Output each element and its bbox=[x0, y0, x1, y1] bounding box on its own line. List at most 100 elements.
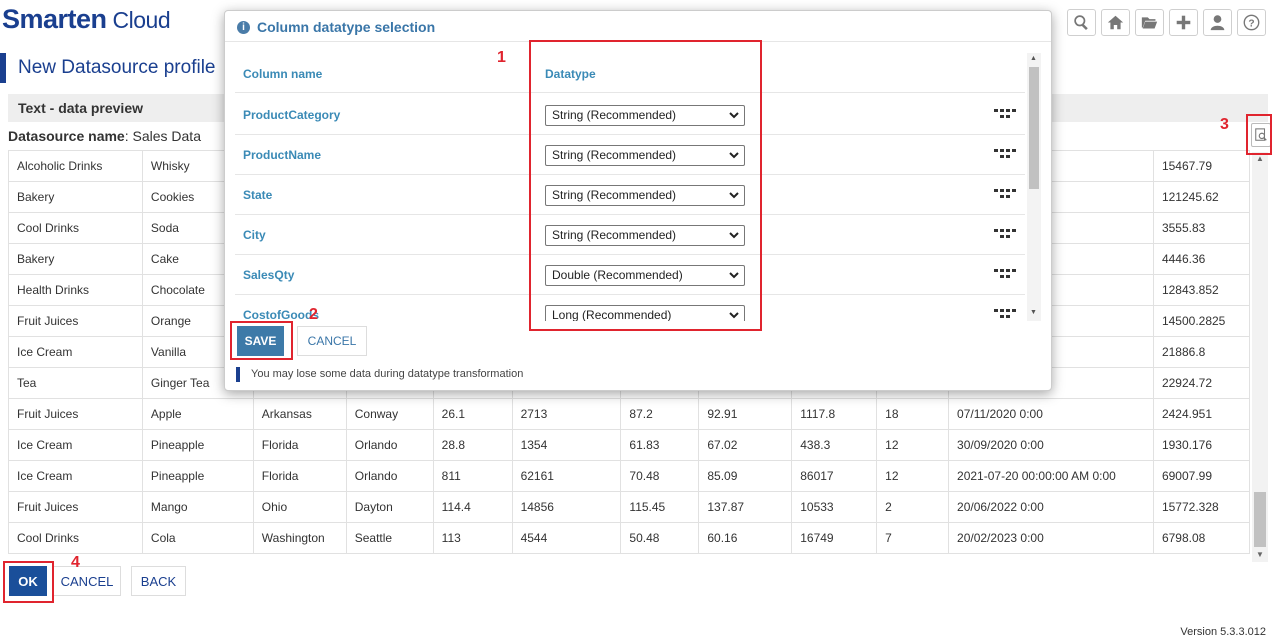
home-icon bbox=[1107, 15, 1124, 30]
dialog-scrollbar[interactable]: ▲ ▼ bbox=[1027, 53, 1041, 321]
plus-icon bbox=[1176, 15, 1191, 30]
table-cell: 85.09 bbox=[698, 460, 793, 492]
table-cell: 87.2 bbox=[620, 398, 700, 430]
column-name: CostofGoods bbox=[243, 308, 319, 321]
search-button[interactable] bbox=[1067, 9, 1096, 36]
back-button[interactable]: BACK bbox=[131, 566, 186, 596]
column-options-button[interactable] bbox=[994, 146, 1016, 158]
add-button[interactable] bbox=[1169, 9, 1198, 36]
preview-heading: Text - data preview bbox=[18, 100, 144, 116]
datatype-warning-note: You may lose some data during datatype t… bbox=[251, 368, 524, 380]
drag-handle-icon bbox=[994, 109, 1016, 118]
table-cell: 18 bbox=[876, 398, 950, 430]
cancel-button[interactable]: CANCEL bbox=[53, 566, 121, 596]
dialog-header: i Column datatype selection bbox=[225, 11, 1051, 42]
scroll-up-arrow[interactable]: ▲ bbox=[1256, 154, 1264, 163]
table-cell: 6798.08 bbox=[1152, 522, 1250, 554]
table-scroll-thumb[interactable] bbox=[1254, 492, 1266, 547]
table-cell: 61.83 bbox=[620, 429, 700, 461]
table-cell: Conway bbox=[345, 398, 434, 430]
dialog-scroll-down-arrow[interactable]: ▼ bbox=[1030, 309, 1037, 316]
table-cell: Alcoholic Drinks bbox=[8, 150, 143, 182]
table-cell: 67.02 bbox=[698, 429, 793, 461]
table-cell: 10533 bbox=[791, 491, 878, 523]
page-title: New Datasource profile bbox=[18, 57, 216, 78]
column-name-header: Column name bbox=[243, 67, 323, 81]
table-row: Fruit Juices Mango Ohio Dayton 114.4 14856 115… bbox=[8, 491, 1250, 523]
table-cell: 113 bbox=[432, 522, 513, 554]
column-name: ProductName bbox=[243, 148, 322, 162]
table-cell: Fruit Juices bbox=[8, 491, 143, 523]
column-options-button[interactable] bbox=[994, 186, 1016, 198]
annotation-number-4: 4 bbox=[71, 554, 80, 571]
table-row: Ice Cream Pineapple Florida Orlando 28.8 1354… bbox=[8, 429, 1250, 461]
table-cell: Mango bbox=[141, 491, 254, 523]
table-cell: Pineapple bbox=[141, 429, 254, 461]
table-cell: Orlando bbox=[345, 429, 434, 461]
table-cell: 92.91 bbox=[698, 398, 793, 430]
table-cell: Cola bbox=[141, 522, 254, 554]
search-icon bbox=[1074, 15, 1088, 31]
table-cell: 137.87 bbox=[698, 491, 793, 523]
column-name: City bbox=[243, 228, 266, 242]
table-cell: 14500.2825 bbox=[1152, 305, 1250, 337]
scroll-down-arrow[interactable]: ▼ bbox=[1256, 550, 1264, 559]
table-cell: Fruit Juices bbox=[8, 398, 143, 430]
table-cell: 1354 bbox=[511, 429, 622, 461]
table-cell: 15772.328 bbox=[1152, 491, 1250, 523]
dialog-cancel-button[interactable]: CANCEL bbox=[297, 326, 367, 356]
table-cell: Florida bbox=[252, 460, 347, 492]
svg-text:?: ? bbox=[1248, 18, 1254, 29]
dialog-title: Column datatype selection bbox=[257, 19, 436, 35]
annotation-box-1 bbox=[529, 40, 762, 331]
table-cell: Seattle bbox=[345, 522, 434, 554]
table-cell: 69007.99 bbox=[1152, 460, 1250, 492]
drag-handle-icon bbox=[994, 149, 1016, 158]
dialog-scroll-thumb[interactable] bbox=[1029, 67, 1039, 189]
home-button[interactable] bbox=[1101, 9, 1130, 36]
table-cell: 15467.79 bbox=[1152, 150, 1250, 182]
annotation-number-3: 3 bbox=[1220, 116, 1229, 133]
table-cell: Pineapple bbox=[141, 460, 254, 492]
table-cell: Arkansas bbox=[252, 398, 347, 430]
dialog-scroll-up-arrow[interactable]: ▲ bbox=[1030, 55, 1037, 62]
table-cell: 3555.83 bbox=[1152, 212, 1250, 244]
annotation-number-2: 2 bbox=[309, 306, 318, 323]
table-cell: 86017 bbox=[791, 460, 878, 492]
help-button[interactable]: ? bbox=[1237, 9, 1266, 36]
table-cell: 28.8 bbox=[432, 429, 513, 461]
column-options-button[interactable] bbox=[994, 266, 1016, 278]
table-cell: Cool Drinks bbox=[8, 522, 143, 554]
datasource-name-label: Datasource name bbox=[8, 128, 125, 144]
table-cell: Health Drinks bbox=[8, 274, 143, 306]
table-cell: 62161 bbox=[511, 460, 622, 492]
user-button[interactable] bbox=[1203, 9, 1232, 36]
brand-name: Smarten bbox=[2, 4, 107, 34]
table-cell: 2021-07-20 00:00:00 AM 0:00 bbox=[948, 460, 1154, 492]
table-cell: Dayton bbox=[345, 491, 434, 523]
table-cell: Ice Cream bbox=[8, 336, 143, 368]
annotation-box-2 bbox=[230, 321, 293, 360]
column-options-button[interactable] bbox=[994, 306, 1016, 318]
table-cell: Fruit Juices bbox=[8, 305, 143, 337]
info-icon: i bbox=[237, 21, 250, 34]
column-options-button[interactable] bbox=[994, 106, 1016, 118]
table-scrollbar[interactable]: ▲ ▼ bbox=[1252, 152, 1268, 562]
table-cell: Tea bbox=[8, 367, 143, 399]
column-options-button[interactable] bbox=[994, 226, 1016, 238]
help-icon: ? bbox=[1243, 14, 1260, 31]
table-cell: 4446.36 bbox=[1152, 243, 1250, 275]
table-cell: 12843.852 bbox=[1152, 274, 1250, 306]
open-folder-button[interactable] bbox=[1135, 9, 1164, 36]
table-cell: 1930.176 bbox=[1152, 429, 1250, 461]
annotation-box-3 bbox=[1246, 114, 1272, 155]
table-cell: 12 bbox=[876, 460, 950, 492]
table-cell: 121245.62 bbox=[1152, 181, 1250, 213]
table-cell: 14856 bbox=[511, 491, 622, 523]
table-cell: Cool Drinks bbox=[8, 212, 143, 244]
page-title-accent bbox=[0, 53, 6, 83]
table-cell: 50.48 bbox=[620, 522, 700, 554]
table-cell: 20/06/2022 0:00 bbox=[948, 491, 1154, 523]
note-accent bbox=[236, 367, 240, 382]
table-cell: Ice Cream bbox=[8, 460, 143, 492]
